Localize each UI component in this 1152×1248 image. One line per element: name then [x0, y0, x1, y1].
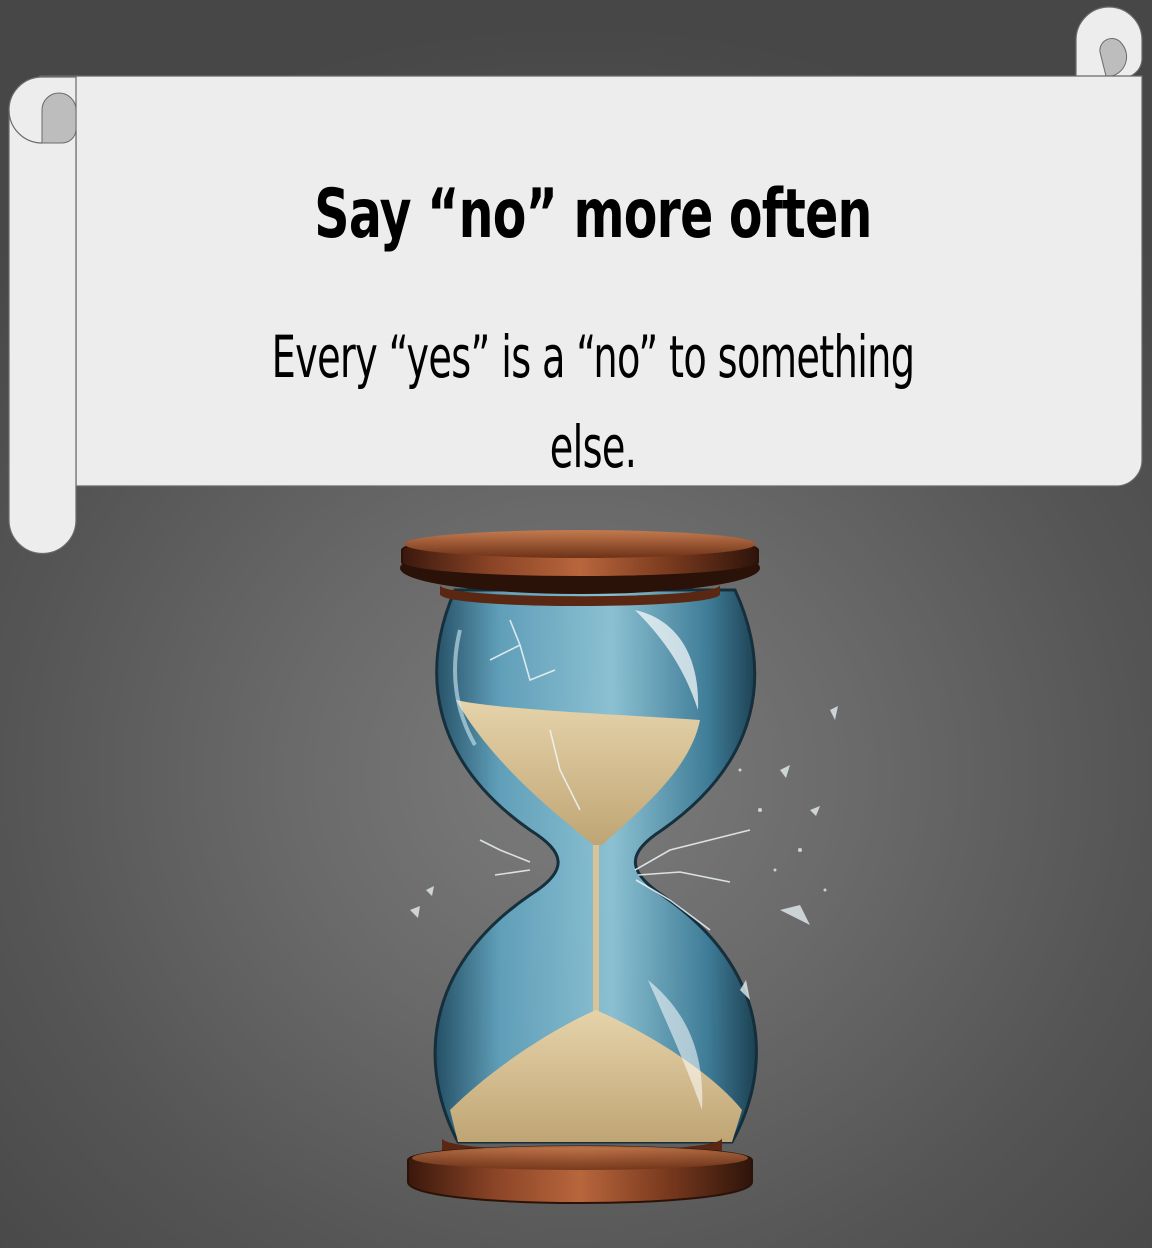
- banner-title: Say “no” more often: [314, 175, 872, 254]
- scroll-left-roll: [8, 76, 77, 555]
- hourglass-bottom-base-surface: [412, 1146, 748, 1170]
- hourglass-sand-stream: [593, 845, 599, 1025]
- banner-subtitle: Every “yes” is a “no” to something else.: [271, 323, 915, 481]
- hourglass-icon: [400, 530, 838, 1204]
- scroll-left-curl: [41, 92, 77, 144]
- hourglass-top-cap-surface: [404, 530, 756, 558]
